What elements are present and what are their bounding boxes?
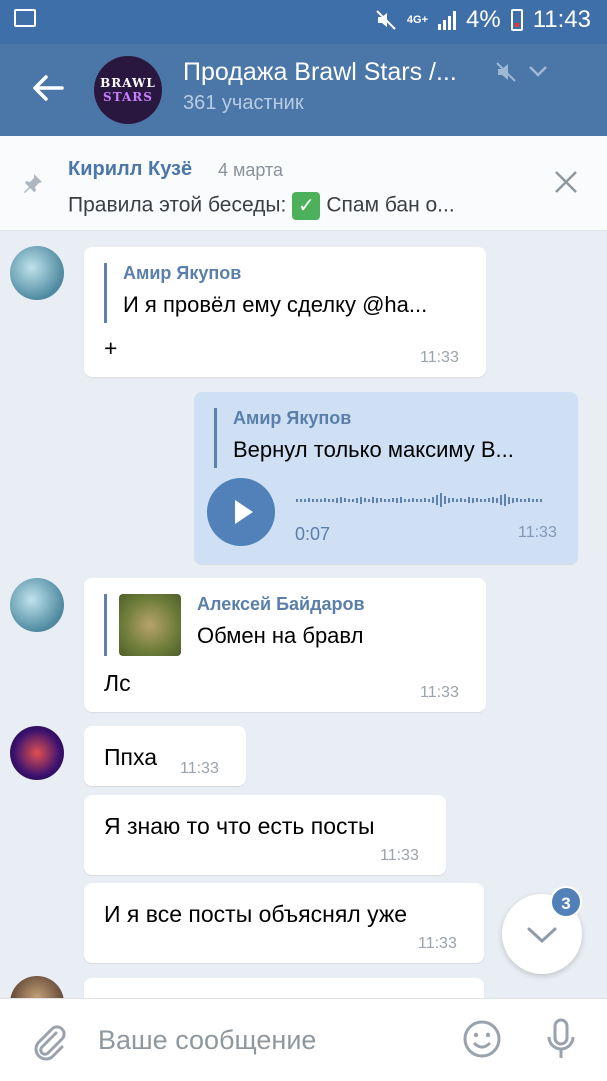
battery-percent: 4% bbox=[466, 6, 501, 33]
pinned-author: Кирилл Кузё bbox=[68, 158, 193, 180]
close-icon[interactable] bbox=[552, 168, 580, 196]
message-text: И я все посты объяснял уже bbox=[104, 901, 408, 927]
message-bubble[interactable]: Алексей Байдаров Обмен на бравл Лс 11:33 bbox=[84, 578, 486, 712]
audio-waveform[interactable] bbox=[296, 490, 562, 510]
image-icon bbox=[14, 9, 36, 27]
checkmark-emoji-icon: ✓ bbox=[292, 192, 321, 220]
pin-icon bbox=[24, 174, 42, 193]
pinned-text: Правила этой беседы: ✓ Спам бан о... bbox=[68, 192, 518, 220]
network-label: 4G+ bbox=[406, 13, 429, 26]
message-bubble[interactable]: Я знаю то что есть посты 11:33 bbox=[84, 795, 446, 875]
message-time: 11:33 bbox=[180, 760, 219, 777]
avatar[interactable] bbox=[10, 578, 64, 632]
microphone-icon[interactable] bbox=[543, 1017, 579, 1061]
forwarded-message[interactable]: Алексей Байдаров Обмен на бравл bbox=[104, 594, 483, 656]
forwarded-thumbnail[interactable] bbox=[119, 594, 181, 656]
mute-icon bbox=[496, 62, 516, 82]
message-time: 11:33 bbox=[518, 524, 557, 541]
unread-badge: 3 bbox=[550, 886, 582, 918]
message-text: Я знаю то что есть посты bbox=[104, 813, 375, 839]
message-composer bbox=[0, 998, 607, 1081]
back-arrow-icon[interactable] bbox=[30, 70, 66, 106]
message-text: Лс bbox=[104, 670, 131, 696]
message-bubble[interactable]: Амир Якупов И я провёл ему сделку @ha...… bbox=[84, 247, 486, 377]
pinned-date: 4 марта bbox=[218, 160, 284, 180]
forwarded-message[interactable]: Амир Якупов И я провёл ему сделку @ha... bbox=[104, 263, 487, 323]
avatar[interactable] bbox=[10, 246, 64, 300]
chat-title[interactable]: Продажа Brawl Stars /... bbox=[183, 58, 457, 87]
message-input[interactable] bbox=[96, 1019, 440, 1061]
chat-avatar[interactable]: BRAWL STARS bbox=[94, 56, 162, 124]
avatar[interactable] bbox=[10, 726, 64, 780]
message-time: 11:33 bbox=[418, 935, 457, 952]
message-bubble-outgoing[interactable]: Амир Якупов Вернул только максиму В... 0… bbox=[194, 392, 578, 564]
message-text: Ппха bbox=[104, 744, 158, 770]
status-bar: 4G+ 4% 11:43 bbox=[0, 0, 607, 44]
message-time: 11:33 bbox=[420, 684, 459, 701]
member-count: 361 участник bbox=[183, 92, 304, 114]
clock: 11:43 bbox=[532, 6, 591, 33]
chat-header: BRAWL STARS Продажа Brawl Stars /... 361… bbox=[0, 44, 607, 136]
mute-icon bbox=[376, 10, 396, 30]
audio-duration: 0:07 bbox=[295, 524, 331, 544]
message-time: 11:33 bbox=[380, 847, 419, 864]
signal-icon bbox=[438, 10, 457, 30]
message-bubble[interactable]: Ппха 11:33 bbox=[84, 726, 246, 786]
forwarded-message[interactable]: Амир Якупов Вернул только максиму В... bbox=[214, 408, 569, 468]
play-button[interactable] bbox=[207, 478, 275, 546]
pinned-message[interactable]: Кирилл Кузё 4 марта Правила этой беседы:… bbox=[0, 136, 607, 231]
paperclip-icon[interactable] bbox=[28, 1021, 68, 1061]
status-icons: 4G+ 4% 11:43 bbox=[375, 6, 591, 34]
emoji-icon[interactable] bbox=[462, 1019, 502, 1059]
chevron-down-icon[interactable] bbox=[528, 64, 548, 78]
message-bubble[interactable]: И я все посты объяснял уже 11:33 bbox=[84, 883, 484, 963]
play-icon bbox=[235, 500, 253, 524]
battery-icon bbox=[510, 9, 523, 31]
message-time: 11:33 bbox=[420, 349, 459, 366]
message-text: + bbox=[104, 335, 118, 361]
